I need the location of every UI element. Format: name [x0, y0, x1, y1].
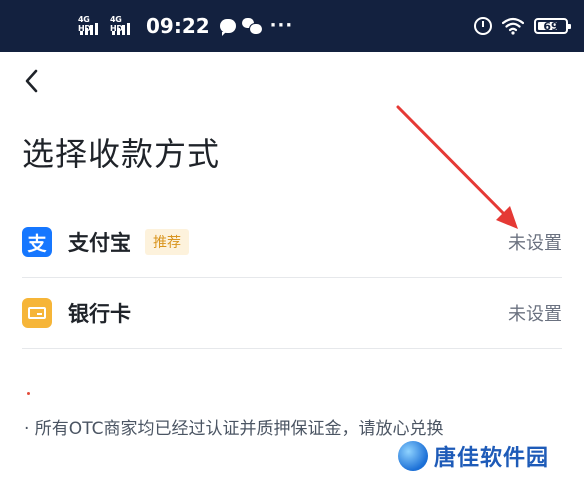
alarm-icon [474, 17, 492, 35]
more-notifications-icon: ··· [269, 15, 294, 36]
recommend-badge: 推荐 [145, 229, 189, 255]
battery-level: 69 [543, 19, 559, 33]
status-left: 4G HD 4G HD 09:22 ··· [78, 0, 293, 52]
payment-method-bank-card[interactable]: 银行卡 未设置 [22, 278, 562, 348]
watermark-text: 唐佳软件园 [434, 446, 550, 471]
bank-card-status[interactable]: 未设置 [508, 300, 562, 326]
back-arrow-icon[interactable] [20, 66, 46, 96]
watermark: 唐佳软件园 [398, 440, 549, 472]
payment-method-alipay[interactable]: 支 支付宝 推荐 未设置 [22, 207, 562, 277]
signal-icon-1: 4G HD [78, 15, 104, 37]
wechat-icon [241, 18, 263, 35]
page-title: 选择收款方式 [22, 135, 221, 173]
bank-card-label: 银行卡 [68, 302, 131, 326]
alipay-label: 支付宝 [68, 231, 131, 255]
battery-icon: 69 [534, 18, 571, 34]
alipay-status[interactable]: 未设置 [508, 229, 562, 255]
message-icon [219, 19, 236, 36]
alipay-icon: 支 [22, 227, 52, 257]
divider [22, 348, 562, 349]
alipay-icon-glyph: 支 [27, 232, 47, 255]
clock: 09:22 [146, 14, 210, 38]
status-right: 69 [474, 0, 571, 52]
status-bar: 4G HD 4G HD 09:22 ··· 69 [0, 0, 584, 52]
decorative-dot [27, 392, 30, 395]
wifi-icon [502, 17, 524, 35]
security-notice: · 所有OTC商家均已经过认证并质押保证金，请放心兑换 [24, 419, 444, 439]
bank-card-icon [22, 298, 52, 328]
watermark-logo-icon [398, 441, 428, 471]
signal-icon-2: 4G HD [110, 15, 136, 37]
